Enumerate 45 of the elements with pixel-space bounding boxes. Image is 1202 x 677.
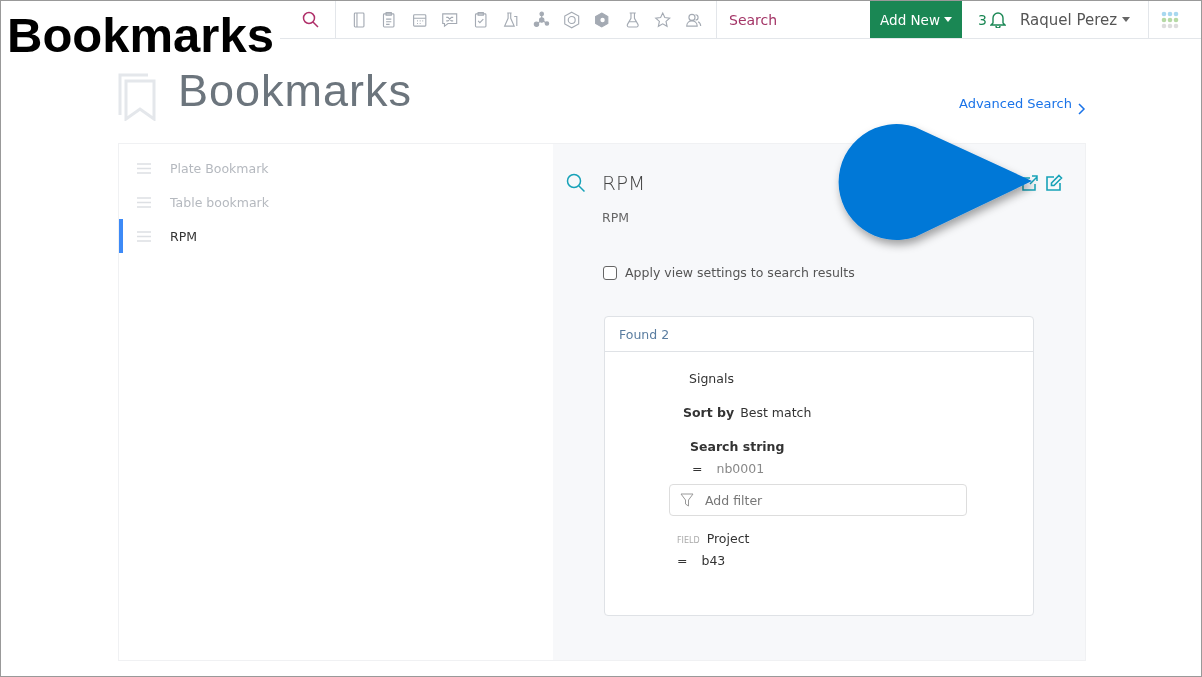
notification-count: 3: [978, 11, 987, 28]
chevron-right-icon: [1078, 102, 1086, 115]
clipboard-icon[interactable]: [380, 9, 398, 30]
hexagon-icon[interactable]: [562, 9, 581, 30]
bookmark-label: Table bookmark: [170, 194, 269, 210]
field-tag: FIELD: [677, 536, 700, 545]
operator: =: [677, 553, 688, 568]
search-icon[interactable]: [302, 11, 320, 29]
bookmark-description: RPM: [602, 210, 630, 225]
caret-icon: [1122, 17, 1131, 22]
molecule-icon[interactable]: [532, 9, 550, 30]
app-grid-icon[interactable]: [1159, 9, 1180, 30]
flask-icon[interactable]: [502, 9, 520, 30]
add-filter-field[interactable]: Add filter: [669, 484, 967, 516]
field-value: b43: [701, 553, 726, 568]
edit-icon[interactable]: [1045, 174, 1063, 192]
share-icon[interactable]: [1021, 174, 1039, 192]
bookmark-title: RPM: [602, 171, 646, 195]
operator: =: [692, 461, 703, 476]
field-name: Project: [706, 531, 750, 546]
shield-icon[interactable]: [593, 9, 611, 30]
page-title: Bookmarks: [178, 65, 413, 117]
search-field[interactable]: Search: [717, 11, 870, 28]
bookmark-label: RPM: [170, 228, 197, 244]
results-count: Found 2: [619, 326, 670, 342]
drag-handle-icon[interactable]: [137, 162, 151, 174]
advanced-search-link[interactable]: Advanced Search: [959, 92, 1086, 115]
checkbox-label: Apply view settings to search results: [625, 265, 855, 280]
bookmark-label: Plate Bookmark: [170, 160, 269, 176]
bell-icon[interactable]: [989, 11, 1006, 28]
drag-handle-icon[interactable]: [137, 230, 151, 242]
entity-type: Signals: [689, 371, 735, 386]
user-menu[interactable]: Raquel Perez: [1019, 1, 1149, 38]
star-icon[interactable]: [654, 9, 672, 30]
drag-handle-icon[interactable]: [137, 196, 151, 208]
bookmark-icon: [118, 71, 158, 121]
sort-label: Sort by: [683, 405, 735, 420]
caret-icon: [943, 17, 952, 22]
search-string-label: Search string: [690, 439, 786, 454]
search-value: nb0001: [716, 461, 765, 476]
search-icon: [566, 173, 586, 193]
filter-icon: [680, 493, 694, 507]
checkbox[interactable]: [603, 265, 617, 280]
add-new-button[interactable]: Add New: [870, 1, 962, 38]
sort-value: Best match: [740, 405, 812, 420]
